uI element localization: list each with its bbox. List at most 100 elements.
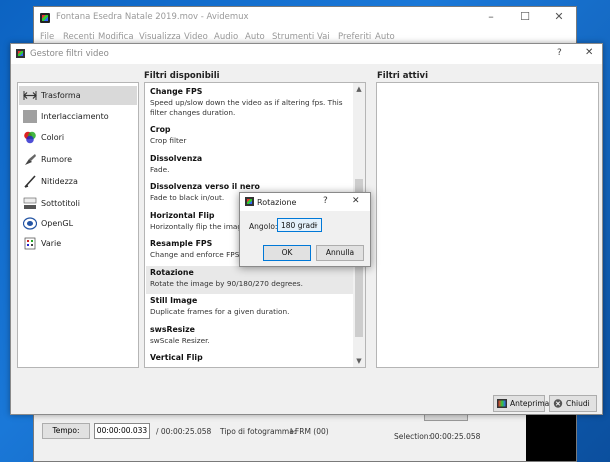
filter-name: Resample FPS xyxy=(150,239,213,248)
filter-desc: Speed up/slow down the video as if alter… xyxy=(150,98,343,117)
category-item-rumore[interactable]: Rumore xyxy=(19,150,137,169)
category-item-opengl[interactable]: OpenGL xyxy=(19,214,137,233)
active-filters-heading: Filtri attivi xyxy=(377,71,428,81)
rotation-dialog-icon xyxy=(245,197,254,206)
frame-type-value: I-FRM (00) xyxy=(290,427,329,436)
menu-video[interactable]: Video xyxy=(184,32,208,42)
filter-manager-title-bar[interactable]: Gestore filtri video ? ✕ xyxy=(11,44,602,64)
menu-strumenti[interactable]: Strumenti xyxy=(272,32,314,42)
ok-button[interactable]: OK xyxy=(263,245,311,261)
category-label: Interlacciamento xyxy=(41,112,109,121)
filter-name: Dissolvenza xyxy=(150,154,203,163)
total-time: / 00:00:25.058 xyxy=(156,427,212,436)
category-item-nitidezza[interactable]: Nitidezza xyxy=(19,172,137,191)
category-label: Rumore xyxy=(41,155,72,164)
menu-modifica[interactable]: Modifica xyxy=(98,32,134,42)
colors-icon xyxy=(24,131,36,144)
filter-name: Crop xyxy=(150,125,171,134)
category-item-sottotitoli[interactable]: Sottotitoli xyxy=(19,194,137,213)
filter-name: Horizontal Flip xyxy=(150,211,215,220)
available-filters-heading: Filtri disponibili xyxy=(144,71,220,81)
misc-icon xyxy=(24,237,36,250)
time-input[interactable]: 00:00:00.033 xyxy=(94,423,150,439)
chevron-down-icon: ⌄ xyxy=(313,220,319,228)
category-item-interlacciamento[interactable]: Interlacciamento xyxy=(19,107,137,126)
close-button[interactable]: Chiudi xyxy=(549,395,597,412)
category-label: Nitidezza xyxy=(41,177,78,186)
close-icon[interactable]: ✕ xyxy=(585,47,593,58)
filter-item-crop[interactable]: Crop Crop filter xyxy=(146,123,354,151)
menu-auto[interactable]: Auto xyxy=(245,32,265,42)
category-list: Trasforma Interlacciamento Colori Rumore xyxy=(17,82,139,368)
angle-label: Angolo: xyxy=(249,222,278,231)
filter-desc: Rotate the image by 90/180/270 degrees. xyxy=(150,279,303,288)
filter-manager-title: Gestore filtri video xyxy=(30,49,109,59)
category-item-varie[interactable]: Varie xyxy=(19,234,137,253)
filter-name: Still Image xyxy=(150,296,198,305)
noise-icon xyxy=(25,154,36,165)
preview-icon xyxy=(497,399,507,408)
cancel-button[interactable]: Annulla xyxy=(316,245,364,261)
preview-label: Anteprima xyxy=(510,399,550,408)
close-window-icon[interactable]: ✕ xyxy=(542,7,576,29)
menu-file[interactable]: File xyxy=(40,32,54,42)
menu-recenti[interactable]: Recenti xyxy=(63,32,95,42)
transform-icon xyxy=(23,91,37,100)
dialog-app-icon xyxy=(16,49,25,58)
close-circle-icon xyxy=(553,399,563,408)
filter-desc: Fade. xyxy=(150,165,170,174)
filter-item-rotazione[interactable]: Rotazione Rotate the image by 90/180/270… xyxy=(146,266,354,294)
filter-name: Vertical Flip xyxy=(150,353,203,362)
subtitles-icon xyxy=(23,197,37,209)
close-label: Chiudi xyxy=(566,399,590,408)
category-item-colori[interactable]: Colori xyxy=(19,128,137,147)
rotation-dialog: Rotazione ? ✕ Angolo: 180 gradi ⌄ OK Ann… xyxy=(239,192,371,267)
preview-button[interactable]: Anteprima xyxy=(493,395,549,412)
active-filters-list[interactable] xyxy=(376,82,599,368)
filter-item-change-fps[interactable]: Change FPS Speed up/slow down the video … xyxy=(146,85,354,123)
filter-item-dissolvenza[interactable]: Dissolvenza Fade. xyxy=(146,152,354,180)
rotation-close-icon[interactable]: ✕ xyxy=(352,196,360,206)
menu-vai[interactable]: Vai xyxy=(317,32,330,42)
rotation-title: Rotazione xyxy=(257,198,297,207)
time-button[interactable]: Tempo: xyxy=(42,423,90,439)
opengl-icon xyxy=(23,217,37,230)
filter-name: Change FPS xyxy=(150,87,203,96)
category-label: Colori xyxy=(41,133,65,142)
scroll-up-icon[interactable]: ▲ xyxy=(353,83,365,95)
rotation-help-icon[interactable]: ? xyxy=(323,196,328,206)
avidemux-app-icon xyxy=(40,13,50,23)
category-label: OpenGL xyxy=(41,219,74,228)
filter-desc: Duplicate frames for a given duration. xyxy=(150,307,290,316)
angle-value: 180 gradi xyxy=(281,221,317,230)
category-label: Trasforma xyxy=(41,91,81,100)
menu-visualizza[interactable]: Visualizza xyxy=(139,32,181,42)
maximize-icon[interactable]: ☐ xyxy=(508,7,542,29)
filter-item-swsresize[interactable]: swsResize swScale Resizer. xyxy=(146,323,354,351)
frame-type-label: Tipo di fotogramma: xyxy=(220,427,297,436)
selection-value: 00:00:25.058 xyxy=(430,432,481,441)
filter-name: Dissolvenza verso il nero xyxy=(150,182,260,191)
minimize-icon[interactable]: – xyxy=(474,7,508,29)
help-icon[interactable]: ? xyxy=(557,48,562,58)
category-label: Varie xyxy=(41,239,62,248)
sharpness-icon xyxy=(24,175,36,188)
filter-name: Rotazione xyxy=(150,268,194,277)
scroll-down-icon[interactable]: ▼ xyxy=(353,355,365,367)
main-title-bar[interactable]: Fontana Esedra Natale 2019.mov - Avidemu… xyxy=(34,7,576,29)
menu-audio[interactable]: Audio xyxy=(214,32,238,42)
rotation-title-bar[interactable]: Rotazione ? ✕ xyxy=(240,193,370,211)
filter-desc: swScale Resizer. xyxy=(150,336,210,345)
filter-item-vertical-flip[interactable]: Vertical Flip xyxy=(146,351,354,367)
angle-select[interactable]: 180 gradi ⌄ xyxy=(277,218,322,232)
main-status-area: Tempo: 00:00:00.033 / 00:00:25.058 Tipo … xyxy=(34,413,576,461)
selection-label: Selection: xyxy=(394,432,432,441)
filter-item-still-image[interactable]: Still Image Duplicate frames for a given… xyxy=(146,294,354,322)
category-item-trasforma[interactable]: Trasforma xyxy=(19,86,137,105)
filter-desc: Crop filter xyxy=(150,136,187,145)
menu-auto-2[interactable]: Auto xyxy=(375,32,395,42)
main-window-title: Fontana Esedra Natale 2019.mov - Avidemu… xyxy=(56,12,249,22)
interlace-icon xyxy=(23,110,37,123)
volume-meter xyxy=(526,413,576,461)
menu-preferiti[interactable]: Preferiti xyxy=(338,32,371,42)
